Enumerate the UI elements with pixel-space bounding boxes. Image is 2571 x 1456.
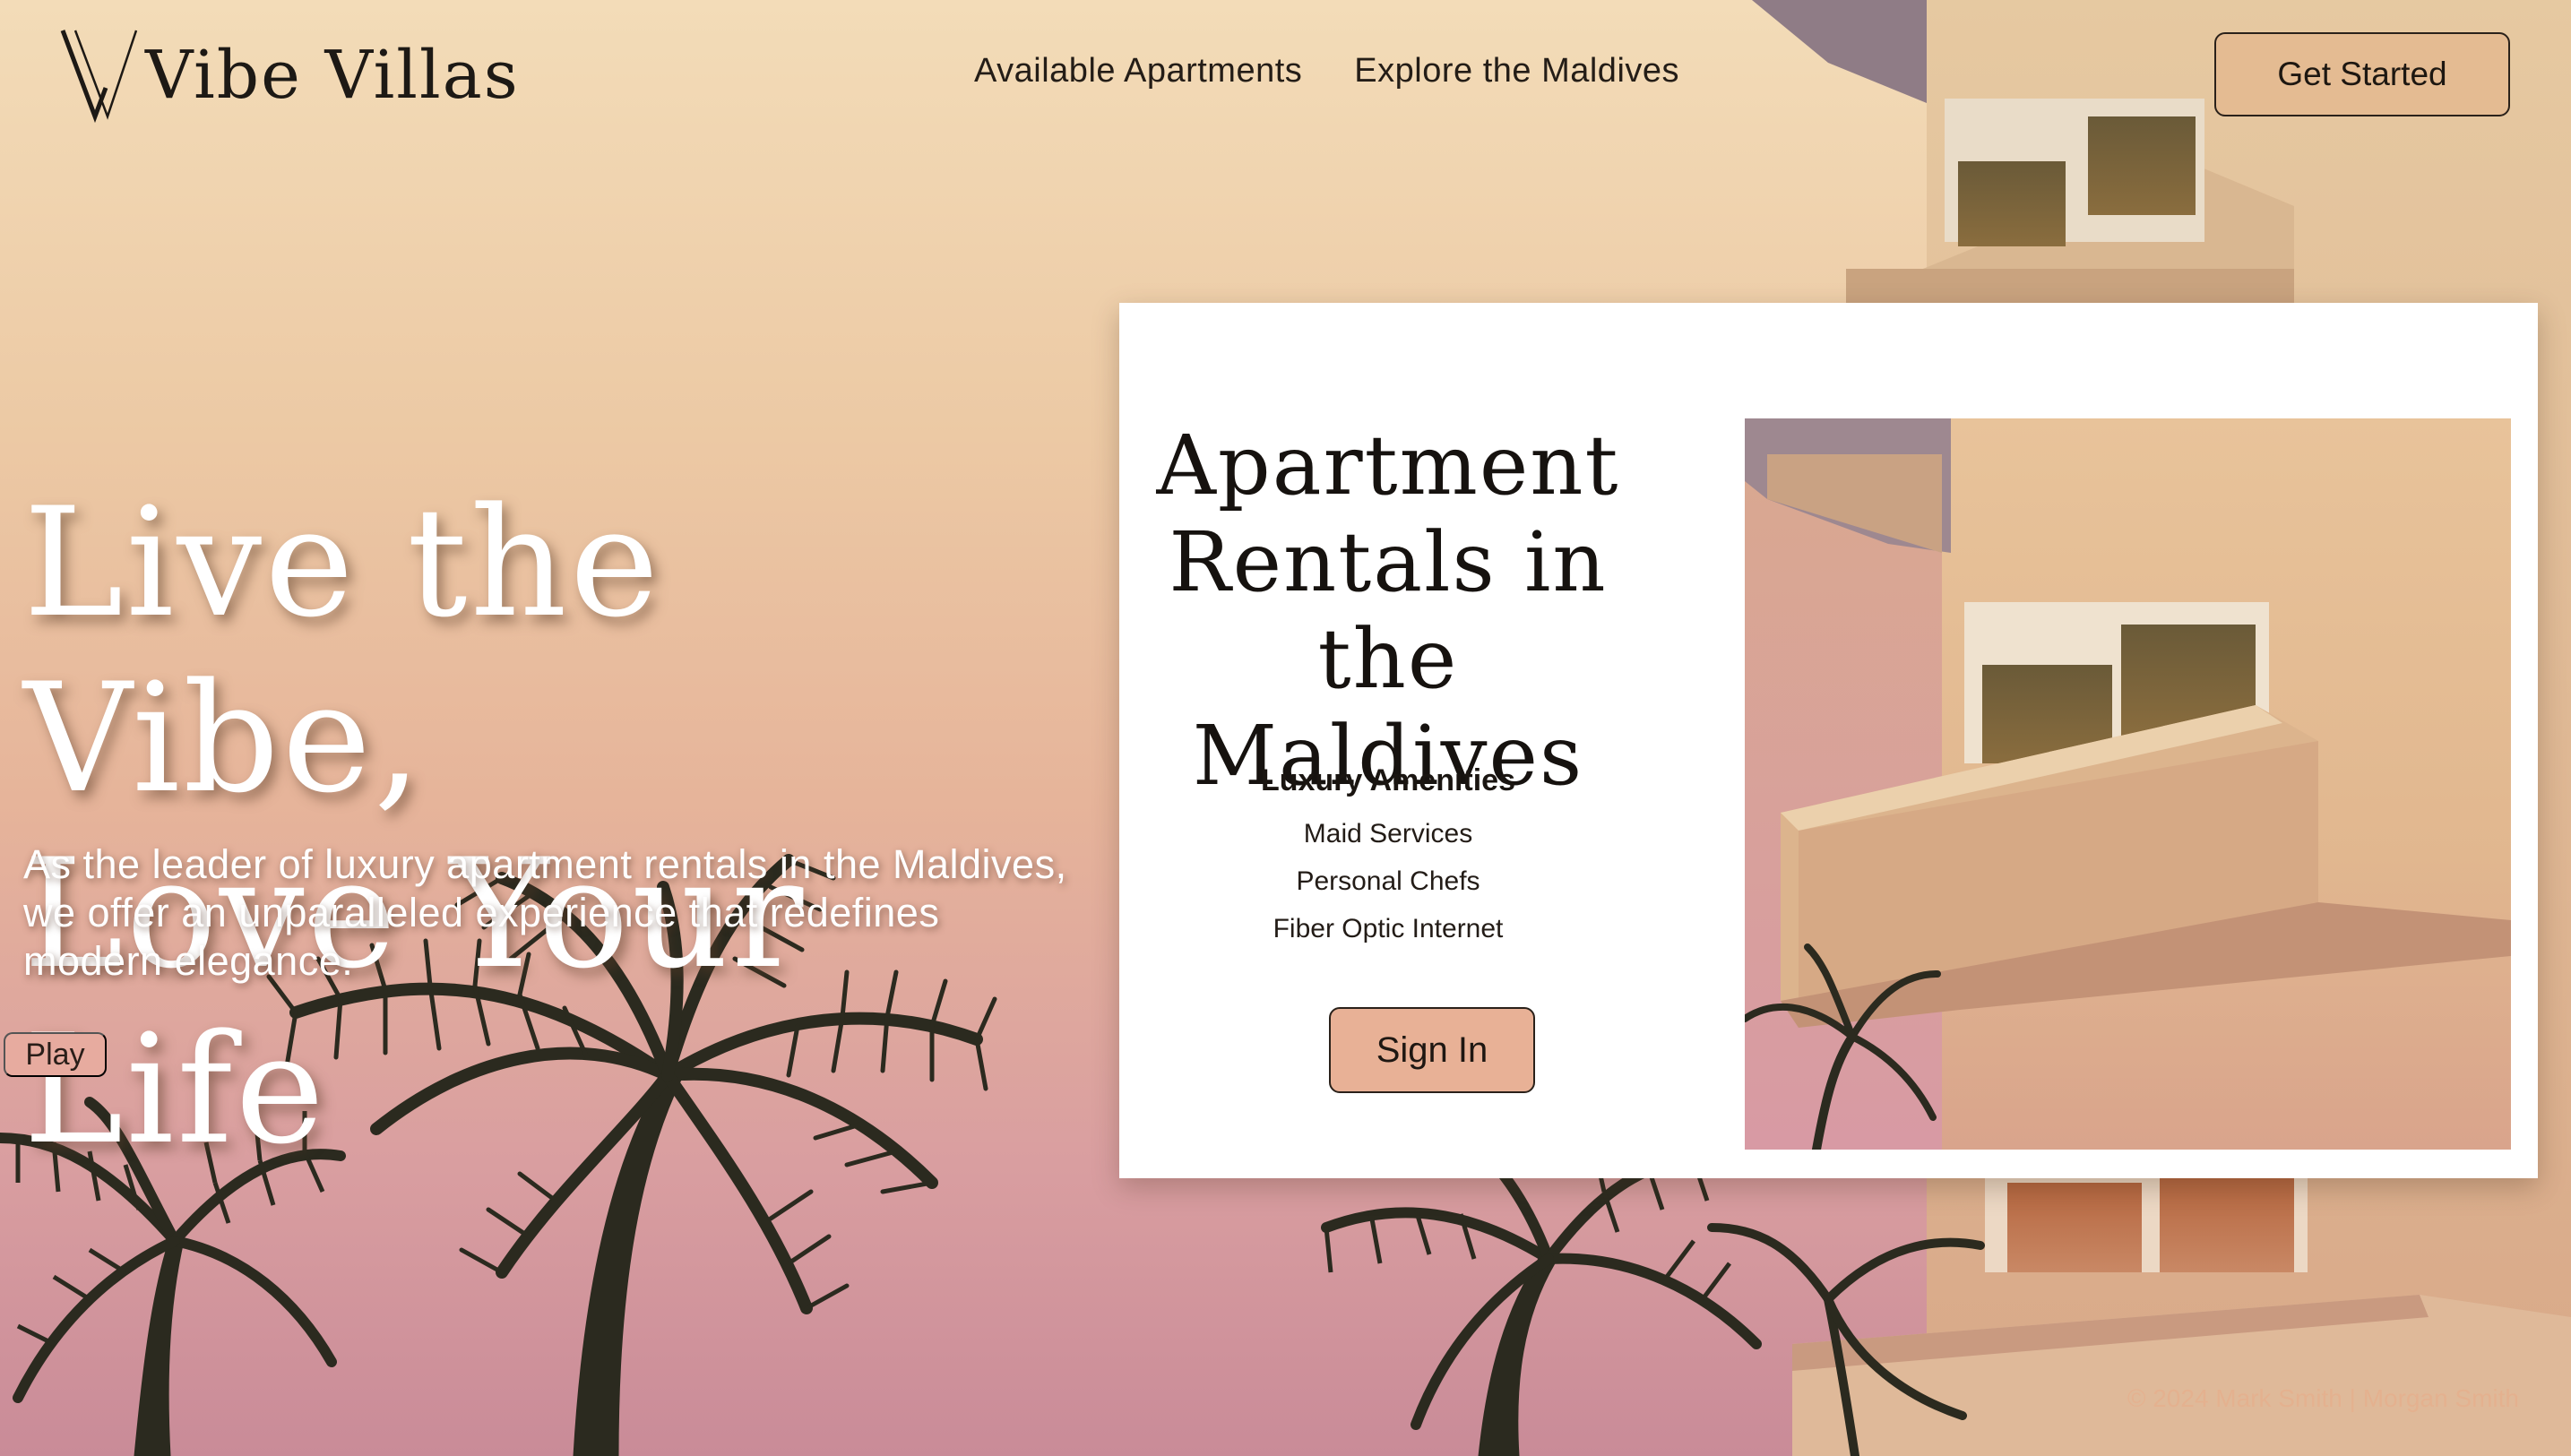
footer-credits: © 2024 Mark Smith | Morgan Smith [2127,1384,2519,1412]
brand-name: Vibe Villas [145,37,520,114]
hero-title-line-1: Live the Vibe, [23,475,662,826]
hero-subtitle: As the leader of luxury apartment rental… [23,841,1067,984]
main-nav: Available Apartments Explore the Maldive… [974,52,1679,90]
amenity-item: Maid Services [1303,819,1473,849]
play-button[interactable]: Play [4,1032,107,1077]
amenity-item: Fiber Optic Internet [1273,914,1504,943]
brand-logo[interactable]: Vibe Villas [59,27,520,124]
apartment-building-photo [1745,418,2511,1150]
hero-title: Live the Vibe, Love Your Life [23,475,1099,1177]
card-title: Apartment Rentals in the Maldives [1156,418,1620,804]
nav-link-available-apartments[interactable]: Available Apartments [974,52,1302,90]
rentals-card: Apartment Rentals in the Maldives Luxury… [1119,303,2538,1178]
amenity-item: Personal Chefs [1296,866,1480,896]
nav-link-explore-maldives[interactable]: Explore the Maldives [1354,52,1679,90]
sign-in-button[interactable]: Sign In [1329,1007,1535,1093]
get-started-button[interactable]: Get Started [2214,32,2510,116]
amenities-list: Maid Services Personal Chefs Fiber Optic… [1155,810,1621,952]
vw-monogram-icon [60,30,138,124]
amenities-heading: Luxury Amenities [1260,763,1516,797]
